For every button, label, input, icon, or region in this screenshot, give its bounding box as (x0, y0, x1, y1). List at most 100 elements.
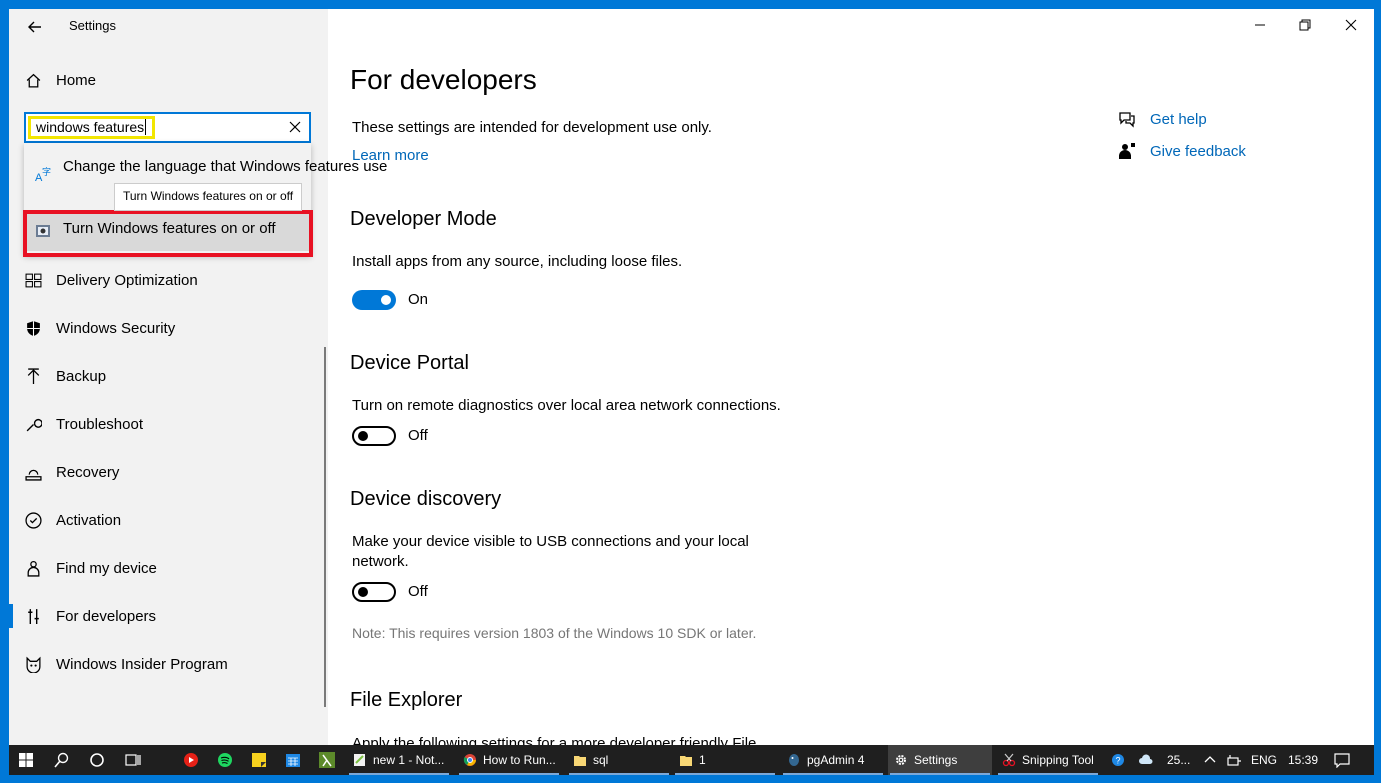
search-input[interactable]: windows features (24, 112, 311, 143)
weather-cloud-icon[interactable] (1138, 752, 1154, 768)
developer-tools-icon (28, 608, 39, 624)
search-icon[interactable] (54, 752, 70, 768)
toggle-knob (358, 587, 368, 597)
svg-text:?: ? (1116, 756, 1121, 766)
sidebar-item-home[interactable]: Home (25, 60, 96, 100)
taskbar-app-label: Snipping Tool (1022, 753, 1094, 767)
sidebar-item-label: Home (56, 71, 97, 89)
taskbar-app-pgadmin[interactable]: pgAdmin 4 (781, 745, 885, 775)
device-discovery-description-line1: Make your device visible to USB connecti… (352, 533, 749, 550)
language-icon: A字 (35, 166, 51, 183)
developer-mode-description: Install apps from any source, including … (352, 253, 683, 270)
taskbar: new 1 - Not... How to Run... sql 1 pgAdm… (9, 745, 1374, 775)
sidebar-item-troubleshoot[interactable]: Troubleshoot (25, 404, 143, 444)
taskbar-app-label: How to Run... (483, 753, 556, 767)
main-content: For developers These settings are intend… (350, 9, 1370, 745)
shield-icon (27, 320, 40, 336)
input-language[interactable]: ENG (1251, 745, 1277, 775)
device-portal-heading: Device Portal (350, 352, 469, 374)
folder-icon (680, 756, 692, 766)
delivery-optimization-icon (25, 273, 42, 287)
developer-mode-heading: Developer Mode (350, 208, 497, 230)
toggle-knob (381, 295, 391, 305)
app-title: Settings (69, 18, 116, 33)
calendar-icon[interactable] (285, 752, 301, 768)
sidebar-item-label: Backup (56, 367, 107, 385)
sidebar-item-delivery-optimization[interactable]: Delivery Optimization (25, 260, 198, 300)
search-query-text: windows features (28, 116, 156, 139)
backup-arrow-icon (27, 367, 40, 384)
taskbar-app-label: pgAdmin 4 (807, 753, 865, 767)
sidebar-item-recovery[interactable]: Recovery (25, 452, 119, 492)
device-discovery-note: Note: This requires version 1803 of the … (352, 625, 757, 641)
sidebar: Settings Home windows features A字 Change… (9, 9, 387, 745)
network-icon[interactable] (1226, 752, 1242, 768)
task-view-icon[interactable] (125, 752, 141, 768)
svg-text:字: 字 (42, 166, 51, 177)
start-windows-icon[interactable] (18, 752, 34, 768)
folder-icon (574, 756, 586, 766)
help-circle-icon[interactable]: ? (1110, 752, 1126, 768)
sidebar-item-windows-insider-program[interactable]: Windows Insider Program (25, 644, 228, 684)
taskbar-app-settings[interactable]: Settings (888, 745, 992, 775)
sidebar-item-label: Troubleshoot (56, 415, 143, 433)
notepadpp-icon (354, 754, 365, 766)
recovery-icon (25, 469, 42, 481)
device-discovery-heading: Device discovery (350, 488, 502, 510)
toggle-knob (358, 431, 368, 441)
file-explorer-heading: File Explorer (350, 689, 463, 711)
check-circle-icon (25, 511, 42, 529)
cortana-icon[interactable] (89, 752, 105, 768)
give-feedback-icon (1119, 143, 1135, 159)
taskbar-app-label: sql (593, 753, 609, 767)
back-arrow-icon[interactable] (23, 15, 47, 39)
snipping-tool-icon (1002, 753, 1016, 767)
taskbar-app-chrome[interactable]: How to Run... (457, 745, 561, 775)
taskbar-app-folder-1[interactable]: 1 (673, 745, 777, 775)
learn-more-link[interactable]: Learn more (352, 147, 429, 164)
settings-window: Settings Home windows features A字 Change… (9, 9, 1374, 745)
chrome-icon (463, 754, 476, 766)
sidebar-item-windows-security[interactable]: Windows Security (25, 308, 175, 348)
give-feedback-link[interactable]: Give feedback (1150, 143, 1246, 160)
wrench-icon (26, 418, 42, 431)
taskbar-app-label: new 1 - Not... (373, 753, 445, 767)
get-help-icon (1119, 112, 1135, 128)
device-portal-description: Turn on remote diagnostics over local ar… (352, 397, 781, 414)
sidebar-item-label: Recovery (56, 463, 120, 481)
weather-temperature[interactable]: 25... (1167, 745, 1190, 775)
suggestion-label: Turn Windows features on or off (63, 220, 276, 237)
device-discovery-description-line2: network. (352, 553, 409, 570)
clock-time[interactable]: 15:39 (1288, 745, 1318, 775)
developer-mode-toggle[interactable] (352, 290, 396, 310)
home-icon (26, 73, 41, 88)
taskbar-app-folder-sql[interactable]: sql (567, 745, 671, 775)
clear-search-icon[interactable] (289, 121, 301, 133)
device-discovery-toggle[interactable] (352, 582, 396, 602)
taskbar-app-snipping-tool[interactable]: Snipping Tool (996, 745, 1100, 775)
sidebar-item-label: Delivery Optimization (56, 271, 198, 289)
taskbar-app-label: Settings (914, 753, 958, 767)
lambda-app-icon[interactable] (319, 752, 335, 768)
sidebar-item-backup[interactable]: Backup (25, 356, 106, 396)
sidebar-scrollbar[interactable] (324, 347, 326, 707)
file-explorer-description: Apply the following settings for a more … (352, 735, 757, 745)
youtube-music-icon[interactable] (183, 752, 199, 768)
suggestion-tooltip: Turn Windows features on or off (114, 183, 303, 211)
device-portal-toggle[interactable] (352, 426, 396, 446)
taskbar-app-notepadpp[interactable]: new 1 - Not... (347, 745, 451, 775)
sidebar-item-for-developers[interactable]: For developers (9, 596, 156, 636)
notifications-icon[interactable] (1334, 752, 1350, 768)
sidebar-item-activation[interactable]: Activation (25, 500, 121, 540)
suggestion-turn-windows-features[interactable]: Turn Windows features on or off (24, 211, 311, 251)
gear-icon (896, 755, 906, 765)
chevron-up-icon[interactable] (1202, 752, 1218, 768)
device-portal-state: Off (408, 427, 428, 444)
get-help-link[interactable]: Get help (1150, 111, 1207, 128)
spotify-icon[interactable] (217, 752, 233, 768)
sticky-notes-icon[interactable] (251, 752, 267, 768)
person-location-icon (27, 560, 40, 577)
control-panel-icon (36, 225, 50, 237)
intro-text: These settings are intended for developm… (352, 119, 712, 136)
sidebar-item-find-my-device[interactable]: Find my device (25, 548, 157, 588)
